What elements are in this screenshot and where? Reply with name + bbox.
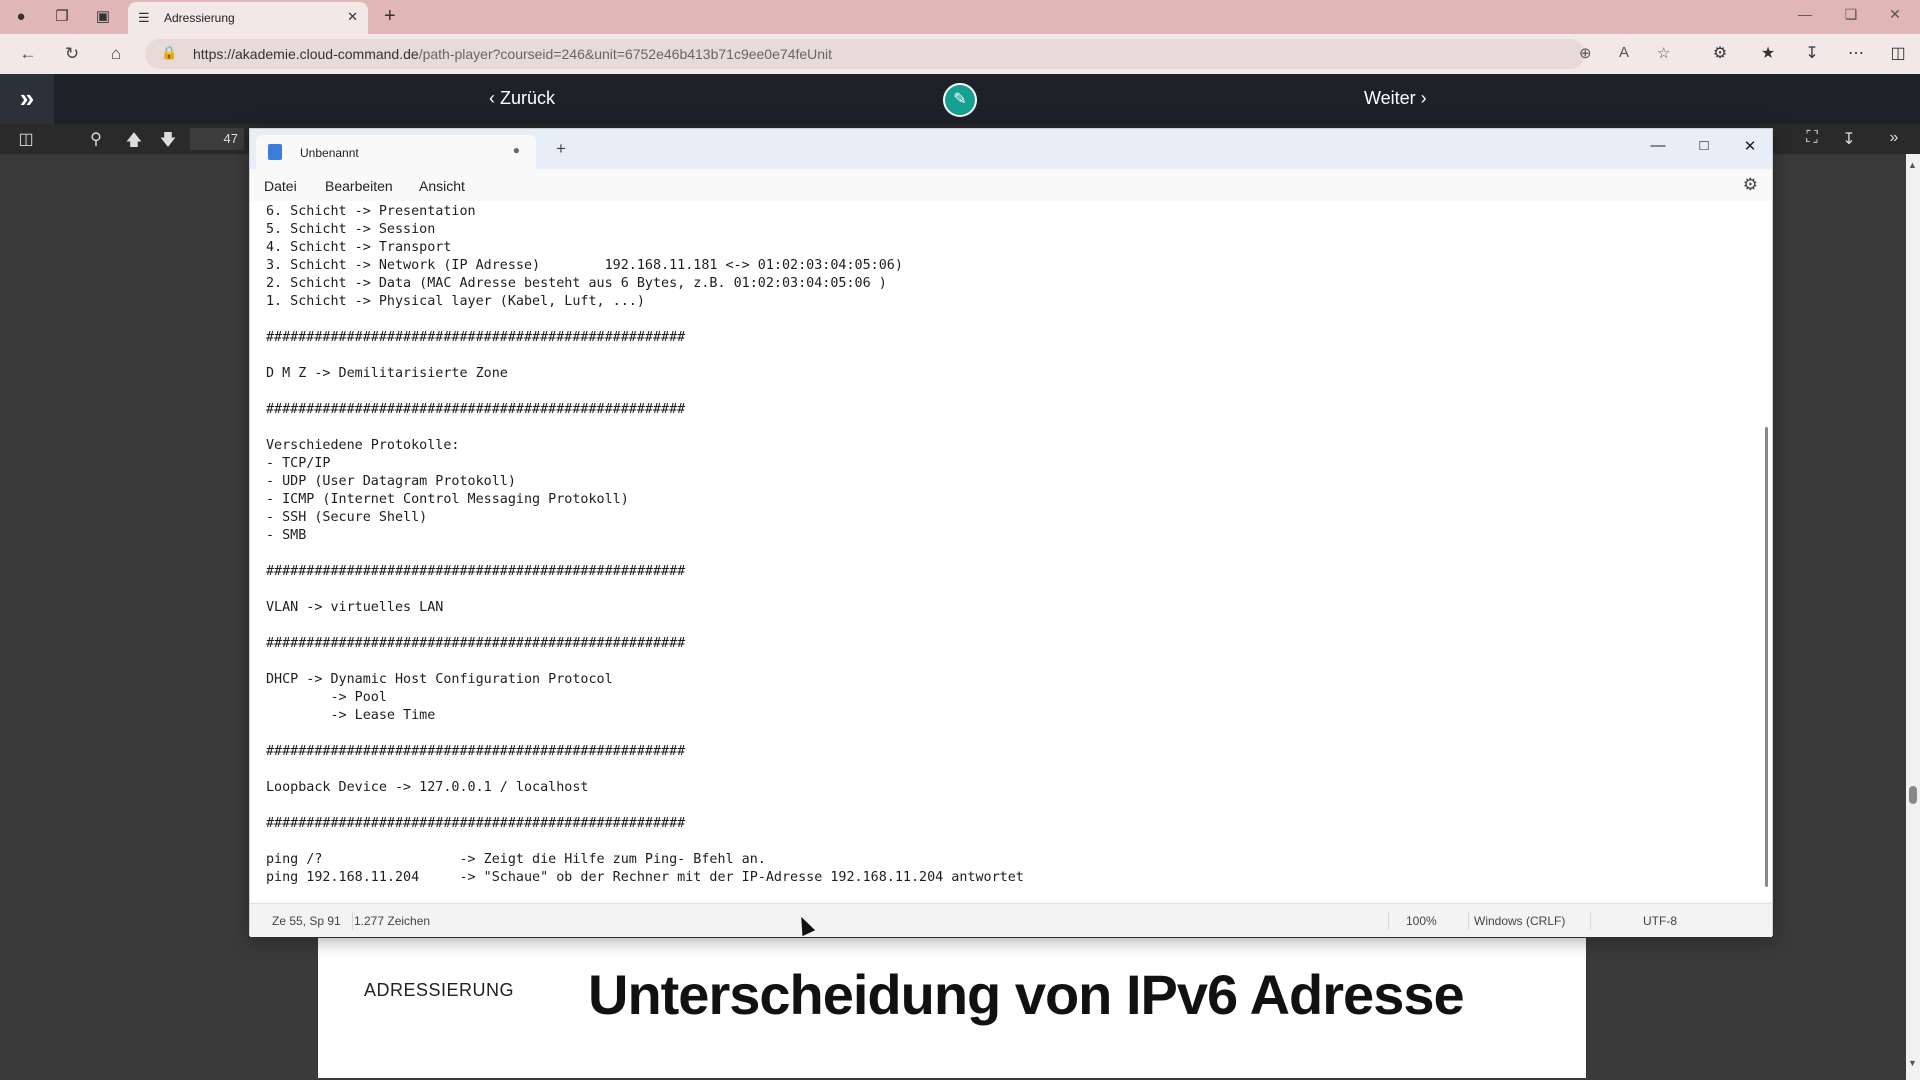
url-text[interactable]: https://akademie.cloud-command.de/path-p… [193, 46, 832, 62]
extensions-icon[interactable]: ⚙ [1708, 43, 1732, 63]
scroll-up-icon[interactable]: ▲ [1908, 160, 1917, 170]
unsaved-dot-icon[interactable]: ● [513, 143, 520, 157]
status-divider [352, 912, 353, 930]
fullscreen-icon[interactable]: ⛶ [1802, 129, 1822, 147]
collections-icon[interactable]: ❐ [52, 7, 72, 27]
slide-heading: Unterscheidung von IPv6 Adresse [588, 963, 1465, 1026]
minimize-icon[interactable]: — [1643, 137, 1673, 154]
restore-icon[interactable]: ❏ [1836, 6, 1866, 23]
favorite-icon[interactable]: ☆ [1657, 44, 1670, 62]
status-divider [1388, 912, 1389, 930]
profile-icon[interactable]: ● [11, 7, 31, 27]
close-icon[interactable]: ✕ [1735, 137, 1765, 155]
notepad-icon [268, 144, 282, 160]
back-button[interactable]: ‹ Zurück [489, 88, 555, 109]
address-bar-row: ← ↻ ⌂ 🔒 https://akademie.cloud-command.d… [0, 34, 1920, 74]
notepad-window: Unbenannt ● + — □ ✕ Datei Bearbeiten Ans… [249, 128, 1773, 937]
settings-gear-icon[interactable]: ⚙ [1743, 175, 1758, 195]
new-tab-icon[interactable]: + [556, 139, 566, 159]
refresh-icon[interactable]: ↻ [60, 43, 84, 65]
close-icon[interactable]: ✕ [1880, 6, 1910, 23]
scroll-down-icon[interactable]: ▼ [1908, 1058, 1917, 1068]
pdf-slide: ADRESSIERUNG Unterscheidung von IPv6 Adr… [318, 938, 1586, 1078]
notepad-statusbar: Ze 55, Sp 91 1.277 Zeichen 100% Windows … [250, 903, 1772, 937]
page-number-input[interactable]: 47 [190, 128, 244, 150]
tab-close-icon[interactable]: ✕ [347, 9, 358, 25]
notepad-tab[interactable]: Unbenannt ● [256, 135, 536, 169]
notepad-tab-name: Unbenannt [300, 146, 359, 160]
sidebar-toggle-icon[interactable]: ◫ [16, 129, 36, 149]
lock-icon[interactable]: 🔒 [161, 45, 177, 61]
status-divider [1590, 912, 1591, 930]
menu-view[interactable]: Ansicht [419, 178, 465, 194]
expand-icon[interactable]: » [0, 74, 54, 124]
search-icon[interactable]: ⚲ [86, 129, 106, 149]
tab-favicon-icon: ☰ [138, 10, 150, 25]
menu-edit[interactable]: Bearbeiten [325, 178, 393, 194]
back-icon[interactable]: ← [16, 43, 40, 65]
char-count: 1.277 Zeichen [354, 914, 431, 928]
menu-file[interactable]: Datei [264, 178, 297, 194]
line-ending[interactable]: Windows (CRLF) [1474, 914, 1565, 928]
browser-tab[interactable]: ☰ Adressierung ✕ [128, 2, 368, 34]
status-divider [1468, 912, 1469, 930]
next-button[interactable]: Weiter › [1364, 88, 1427, 109]
new-tab-icon[interactable]: + [384, 6, 396, 26]
pdf-scrollbar[interactable]: ▲ ▼ [1906, 154, 1920, 1080]
url-field[interactable]: 🔒 https://akademie.cloud-command.de/path… [145, 39, 1670, 69]
edit-icon[interactable]: ✎ [943, 83, 977, 117]
favorites-icon[interactable]: ★ [1756, 43, 1780, 63]
more-tools-icon[interactable]: » [1884, 129, 1904, 147]
notepad-menubar: Datei Bearbeiten Ansicht ⚙ [250, 169, 1772, 201]
tab-title: Adressierung [164, 11, 235, 25]
downloads-icon[interactable]: ↧ [1800, 43, 1824, 63]
url-path: /path-player?courseid=246&unit=6752e46b4… [418, 46, 833, 62]
download-icon[interactable]: ↧ [1839, 129, 1859, 149]
zoom-level[interactable]: 100% [1406, 914, 1437, 928]
slide-section-label: ADRESSIERUNG [364, 980, 515, 1000]
more-icon[interactable]: ⋯ [1844, 43, 1868, 63]
maximize-icon[interactable]: □ [1689, 137, 1719, 154]
editor-scrollbar[interactable] [1765, 427, 1768, 887]
down-arrow-icon[interactable]: 🡇 [158, 129, 178, 156]
zoom-icon[interactable]: ⊕ [1579, 44, 1592, 62]
editor-content[interactable]: 6. Schicht -> Presentation 5. Schicht ->… [266, 203, 1024, 887]
url-host: https://akademie.cloud-command.de [193, 46, 419, 62]
notepad-titlebar: Unbenannt ● + — □ ✕ [250, 129, 1772, 169]
browser-tab-strip: ● ❐ ▣ ☰ Adressierung ✕ + — ❏ ✕ [0, 0, 1920, 34]
sidebar-icon[interactable]: ◫ [1886, 43, 1910, 63]
cursor-position: Ze 55, Sp 91 [272, 914, 341, 928]
text-editor[interactable]: 6. Schicht -> Presentation 5. Schicht ->… [250, 201, 1772, 901]
tab-actions-icon[interactable]: ▣ [93, 7, 113, 27]
minimize-icon[interactable]: — [1790, 6, 1820, 22]
course-header: » ‹ Zurück ✎ Weiter › [0, 74, 1920, 124]
home-icon[interactable]: ⌂ [104, 43, 128, 65]
pdf-scroll-thumb[interactable] [1909, 786, 1917, 804]
read-aloud-icon[interactable]: A [1619, 44, 1629, 61]
encoding[interactable]: UTF-8 [1643, 914, 1677, 928]
up-arrow-icon[interactable]: 🡅 [124, 129, 144, 156]
